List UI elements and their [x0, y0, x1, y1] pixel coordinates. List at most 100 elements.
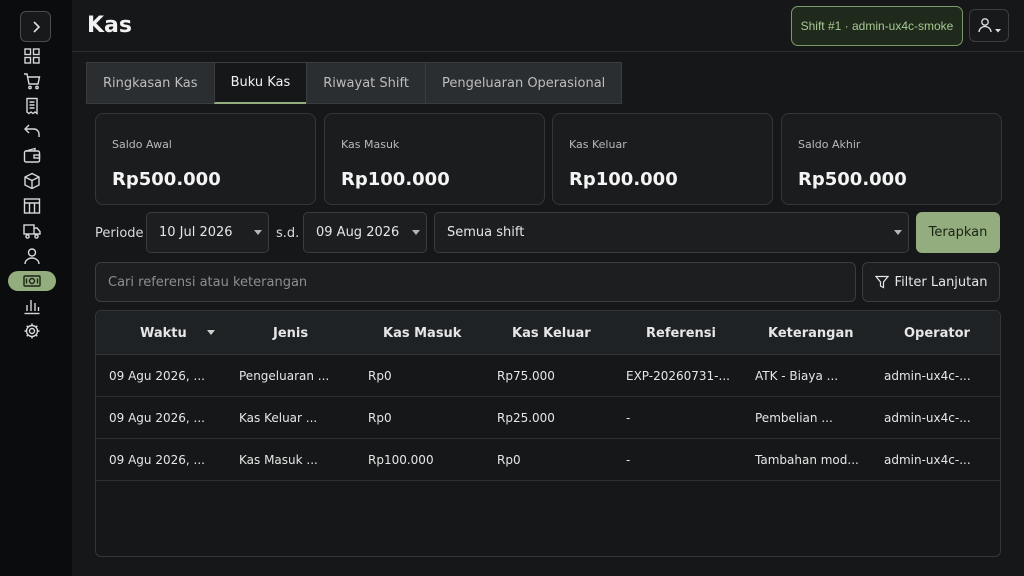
caret-down-icon	[412, 230, 420, 235]
cell-kas-masuk: Rp0	[368, 369, 392, 383]
sidebar-item-settings[interactable]	[8, 321, 56, 341]
sidebar-item-products[interactable]	[8, 171, 56, 191]
date-to-select[interactable]: 09 Aug 2026	[303, 212, 427, 253]
summary-label: Kas Keluar	[569, 138, 627, 151]
chevron-down-icon	[994, 28, 1001, 32]
sidebar-item-cash[interactable]	[8, 271, 56, 291]
cell-jenis: Pengeluaran ...	[239, 369, 330, 383]
caret-down-icon	[894, 230, 902, 235]
cell-referensi: -	[626, 453, 631, 467]
tab-bar: Ringkasan Kas Buku Kas Riwayat Shift Pen…	[86, 62, 623, 104]
tab-riwayat-shift[interactable]: Riwayat Shift	[306, 62, 426, 104]
truck-icon	[23, 224, 41, 239]
date-to-value: 09 Aug 2026	[316, 225, 400, 240]
column-header-jenis[interactable]: Jenis	[273, 326, 308, 341]
cell-operator: admin-ux4c-...	[884, 453, 971, 467]
tab-pengeluaran-operasional[interactable]: Pengeluaran Operasional	[424, 62, 623, 104]
summary-value: Rp100.000	[341, 169, 450, 190]
sidebar-item-cart[interactable]	[8, 71, 56, 91]
return-icon	[24, 124, 40, 137]
table-row[interactable]: 09 Agu 2026, ... Pengeluaran ... Rp0 Rp7…	[96, 355, 1000, 397]
table-row[interactable]: 09 Agu 2026, ... Kas Masuk ... Rp100.000…	[96, 439, 1000, 481]
advanced-filter-button[interactable]: Filter Lanjutan	[862, 262, 1000, 302]
cell-waktu: 09 Agu 2026, ...	[109, 411, 205, 425]
main-content: Kas Shift #1 · admin-ux4c-smoke Ringkasa…	[72, 0, 1024, 576]
column-header-keterangan[interactable]: Keterangan	[768, 326, 853, 341]
search-input[interactable]: Cari referensi atau keterangan	[95, 262, 856, 302]
summary-label: Kas Masuk	[341, 138, 400, 151]
cash-icon	[23, 275, 41, 287]
column-header-referensi[interactable]: Referensi	[646, 326, 716, 341]
column-header-kas-keluar[interactable]: Kas Keluar	[512, 326, 591, 341]
cell-waktu: 09 Agu 2026, ...	[109, 453, 205, 467]
cell-kas-keluar: Rp75.000	[497, 369, 555, 383]
shift-select[interactable]: Semua shift	[434, 212, 909, 253]
sort-desc-icon[interactable]	[207, 330, 215, 335]
column-header-kas-masuk[interactable]: Kas Masuk	[383, 326, 461, 341]
summary-label: Saldo Awal	[112, 138, 172, 151]
cell-keterangan: Pembelian ...	[755, 411, 833, 425]
column-header-operator[interactable]: Operator	[904, 326, 970, 341]
periode-label: Periode	[95, 226, 144, 241]
cell-waktu: 09 Agu 2026, ...	[109, 369, 205, 383]
date-from-select[interactable]: 10 Jul 2026	[146, 212, 269, 253]
cell-kas-keluar: Rp0	[497, 453, 521, 467]
date-from-value: 10 Jul 2026	[159, 225, 233, 240]
sidebar-item-receipt[interactable]	[8, 96, 56, 116]
cell-keterangan: ATK - Biaya ...	[755, 369, 839, 383]
sidebar	[0, 0, 72, 576]
cell-referensi: EXP-20260731-...	[626, 369, 730, 383]
sd-label: s.d.	[276, 226, 300, 241]
bar-chart-icon	[24, 300, 40, 315]
settings-icon	[24, 323, 40, 339]
cashbook-table: Waktu Jenis Kas Masuk Kas Keluar Referen…	[95, 310, 1001, 557]
cell-kas-keluar: Rp25.000	[497, 411, 555, 425]
receipt-icon	[26, 97, 38, 115]
sidebar-item-return[interactable]	[8, 121, 56, 141]
cart-icon	[24, 73, 41, 90]
user-menu-button[interactable]	[969, 9, 1009, 42]
tab-buku-kas[interactable]: Buku Kas	[213, 62, 308, 104]
dashboard-grid-icon	[24, 48, 40, 64]
user-icon	[24, 248, 40, 265]
sidebar-item-delivery[interactable]	[8, 221, 56, 241]
search-placeholder: Cari referensi atau keterangan	[108, 274, 308, 290]
chevron-right-icon	[32, 20, 40, 33]
summary-card-saldo-awal: Saldo Awal Rp500.000	[95, 113, 316, 205]
sidebar-item-tables[interactable]	[8, 196, 56, 216]
caret-down-icon	[254, 230, 262, 235]
page-title: Kas	[87, 13, 132, 38]
summary-label: Saldo Akhir	[798, 138, 861, 151]
cell-kas-masuk: Rp100.000	[368, 453, 434, 467]
sidebar-item-wallet[interactable]	[8, 146, 56, 166]
column-header-waktu[interactable]: Waktu	[140, 326, 187, 341]
sidebar-toggle-button[interactable]	[20, 11, 51, 42]
shift-select-value: Semua shift	[447, 225, 525, 240]
advanced-filter-label: Filter Lanjutan	[894, 274, 988, 290]
box-icon	[24, 172, 40, 190]
table-header: Waktu Jenis Kas Masuk Kas Keluar Referen…	[96, 311, 1000, 355]
wallet-icon	[23, 147, 41, 163]
summary-card-saldo-akhir: Saldo Akhir Rp500.000	[781, 113, 1002, 205]
cell-jenis: Kas Masuk ...	[239, 453, 318, 467]
summary-value: Rp100.000	[569, 169, 678, 190]
cell-operator: admin-ux4c-...	[884, 411, 971, 425]
summary-value: Rp500.000	[798, 169, 907, 190]
shift-badge[interactable]: Shift #1 · admin-ux4c-smoke	[791, 6, 963, 46]
header: Kas Shift #1 · admin-ux4c-smoke	[72, 0, 1024, 52]
table-row[interactable]: 09 Agu 2026, ... Kas Keluar ... Rp0 Rp25…	[96, 397, 1000, 439]
sidebar-item-dashboard[interactable]	[8, 46, 56, 66]
table-icon	[23, 198, 41, 214]
cell-kas-masuk: Rp0	[368, 411, 392, 425]
cell-operator: admin-ux4c-...	[884, 369, 971, 383]
summary-card-kas-masuk: Kas Masuk Rp100.000	[324, 113, 545, 205]
summary-value: Rp500.000	[112, 169, 221, 190]
apply-button[interactable]: Terapkan	[916, 212, 1000, 253]
tab-ringkasan-kas[interactable]: Ringkasan Kas	[86, 62, 215, 104]
cell-jenis: Kas Keluar ...	[239, 411, 318, 425]
filter-icon	[874, 275, 889, 289]
cell-keterangan: Tambahan mod...	[755, 453, 859, 467]
sidebar-item-reports[interactable]	[8, 296, 56, 316]
cell-referensi: -	[626, 411, 631, 425]
sidebar-item-users[interactable]	[8, 246, 56, 266]
